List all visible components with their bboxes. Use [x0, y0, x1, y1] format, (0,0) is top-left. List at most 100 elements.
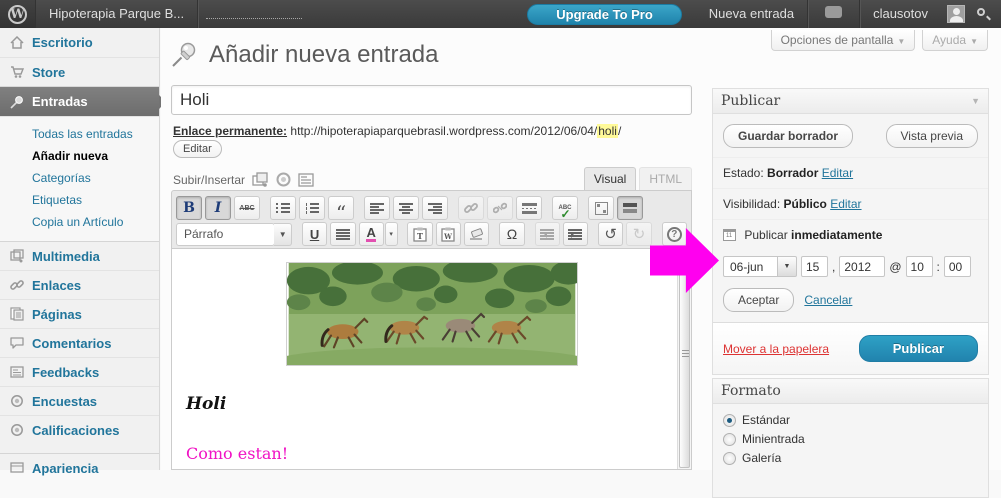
sidebar-item-apariencia[interactable]: Apariencia	[0, 453, 159, 482]
italic-button[interactable]: I	[205, 196, 231, 220]
avatar[interactable]	[947, 5, 965, 23]
bullet-list-icon	[276, 203, 290, 214]
minute-input[interactable]	[944, 256, 971, 277]
radio-icon[interactable]	[723, 452, 736, 465]
schedule-ok-button[interactable]: Aceptar	[723, 288, 794, 312]
comments-menu[interactable]	[808, 0, 859, 28]
sidebar-item-calificaciones[interactable]: Calificaciones	[0, 415, 159, 444]
remove-link-button[interactable]	[487, 196, 513, 220]
align-left-button[interactable]	[364, 196, 390, 220]
permalink-slug[interactable]: holi	[597, 124, 618, 138]
sidebar-item-multimedia[interactable]: Multimedia	[0, 241, 159, 270]
site-name-menu[interactable]: Hipoterapia Parque B...	[36, 0, 197, 28]
radio-icon[interactable]	[723, 433, 736, 446]
schedule-cancel-link[interactable]: Cancelar	[804, 293, 852, 307]
text-color-caret[interactable]: ▾	[385, 222, 398, 246]
indent-button[interactable]	[563, 222, 588, 246]
publish-button[interactable]: Publicar	[859, 335, 978, 362]
media-icon	[10, 249, 24, 263]
month-select-value: 06-jun	[723, 256, 778, 277]
special-character-button[interactable]: Ω	[499, 222, 524, 246]
insert-more-button[interactable]	[516, 196, 542, 220]
post-image-horses[interactable]	[286, 262, 578, 366]
sidebar-item-feedbacks[interactable]: Feedbacks	[0, 357, 159, 386]
tab-visual[interactable]: Visual	[584, 167, 636, 192]
upgrade-to-pro-button[interactable]: Upgrade To Pro	[527, 4, 682, 25]
text-color-button[interactable]: A	[359, 222, 384, 246]
editor-content[interactable]: Holi Como estan!	[172, 248, 691, 469]
submenu-item-todas[interactable]: Todas las entradas	[0, 123, 159, 145]
remove-formatting-button[interactable]	[464, 222, 489, 246]
spellcheck-button[interactable]: ABC✓	[552, 196, 578, 220]
permalink-edit-button[interactable]: Editar	[173, 140, 222, 158]
paste-from-word-button[interactable]: W	[436, 222, 461, 246]
post-title-input[interactable]	[171, 85, 692, 115]
format-option-estandar[interactable]: Estándar	[723, 413, 978, 427]
year-input[interactable]	[839, 256, 885, 277]
page-title: Añadir nueva entrada	[209, 41, 439, 69]
sidebar-item-escritorio[interactable]: Escritorio	[0, 28, 159, 57]
underline-button[interactable]: U	[302, 222, 327, 246]
undo-button[interactable]: ↺	[598, 222, 623, 246]
sidebar-item-store[interactable]: Store	[0, 57, 159, 86]
bullet-list-button[interactable]	[270, 196, 296, 220]
format-option-minientrada[interactable]: Minientrada	[723, 432, 978, 446]
appearance-icon	[10, 461, 24, 475]
publish-panel-header[interactable]: Publicar ▼	[713, 89, 988, 114]
align-right-button[interactable]	[422, 196, 448, 220]
help-button[interactable]: Ayuda▼	[922, 30, 988, 51]
redo-button[interactable]: ↻	[626, 222, 651, 246]
format-option-galeria[interactable]: Galería	[723, 451, 978, 465]
account-menu[interactable]: clausotov	[860, 0, 941, 28]
insert-link-button[interactable]	[458, 196, 484, 220]
sidebar-item-encuestas[interactable]: Encuestas	[0, 386, 159, 415]
month-select[interactable]: 06-jun ▼	[723, 256, 797, 277]
kitchen-sink-button[interactable]	[617, 196, 643, 220]
save-draft-button[interactable]: Guardar borrador	[723, 124, 853, 148]
fullscreen-button[interactable]	[588, 196, 614, 220]
paragraph-format-select[interactable]: Párrafo	[176, 223, 275, 246]
outdent-button[interactable]	[535, 222, 560, 246]
help-button-editor[interactable]: ?	[662, 222, 687, 246]
tab-html[interactable]: HTML	[639, 167, 692, 192]
sidebar-item-entradas[interactable]: Entradas	[0, 86, 159, 116]
editor: B I ABC “ ABC✓	[171, 190, 692, 470]
wordpress-logo[interactable]: W	[0, 0, 36, 28]
visibility-edit-link[interactable]: Editar	[830, 197, 861, 211]
move-to-trash-link[interactable]: Mover a la papelera	[723, 342, 829, 356]
blockquote-button[interactable]: “	[328, 196, 354, 220]
kitchen-sink-icon	[623, 203, 637, 214]
month-select-caret-icon[interactable]: ▼	[778, 256, 797, 277]
strikethrough-button[interactable]: ABC	[234, 196, 260, 220]
submenu-item-anadir-nueva[interactable]: Añadir nueva	[0, 145, 159, 167]
submenu-item-etiquetas[interactable]: Etiquetas	[0, 189, 159, 211]
format-panel-header[interactable]: Formato	[713, 379, 988, 404]
search-icon[interactable]	[977, 8, 989, 20]
sidebar-item-enlaces[interactable]: Enlaces	[0, 270, 159, 299]
home-icon	[10, 36, 24, 50]
justify-button[interactable]	[330, 222, 355, 246]
paste-as-text-button[interactable]: T	[407, 222, 432, 246]
status-edit-link[interactable]: Editar	[822, 166, 853, 180]
align-center-button[interactable]	[393, 196, 419, 220]
cart-icon	[10, 65, 24, 79]
sidebar-item-comentarios[interactable]: Comentarios	[0, 328, 159, 357]
publish-panel: Publicar ▼ Guardar borrador Vista previa…	[712, 88, 989, 375]
numbered-list-button[interactable]	[299, 196, 325, 220]
submenu-item-categorias[interactable]: Categorías	[0, 167, 159, 189]
hour-input[interactable]	[906, 256, 933, 277]
adminbar-divider	[197, 0, 198, 28]
submenu-item-copia[interactable]: Copia un Artículo	[0, 211, 159, 233]
day-input[interactable]	[801, 256, 828, 277]
radio-checked-icon[interactable]	[723, 414, 736, 427]
sidebar-item-paginas[interactable]: Páginas	[0, 299, 159, 328]
paragraph-select-caret[interactable]: ▼	[274, 223, 292, 246]
new-post-menu[interactable]: Nueva entrada	[696, 0, 807, 28]
blockquote-icon: “	[336, 209, 346, 217]
polls-icon	[10, 394, 24, 408]
panel-toggle-icon[interactable]: ▼	[971, 96, 980, 106]
bold-button[interactable]: B	[176, 196, 202, 220]
preview-button[interactable]: Vista previa	[886, 124, 978, 148]
pushpin-page-icon	[169, 40, 199, 70]
screen-options-button[interactable]: Opciones de pantalla▼	[771, 30, 916, 51]
